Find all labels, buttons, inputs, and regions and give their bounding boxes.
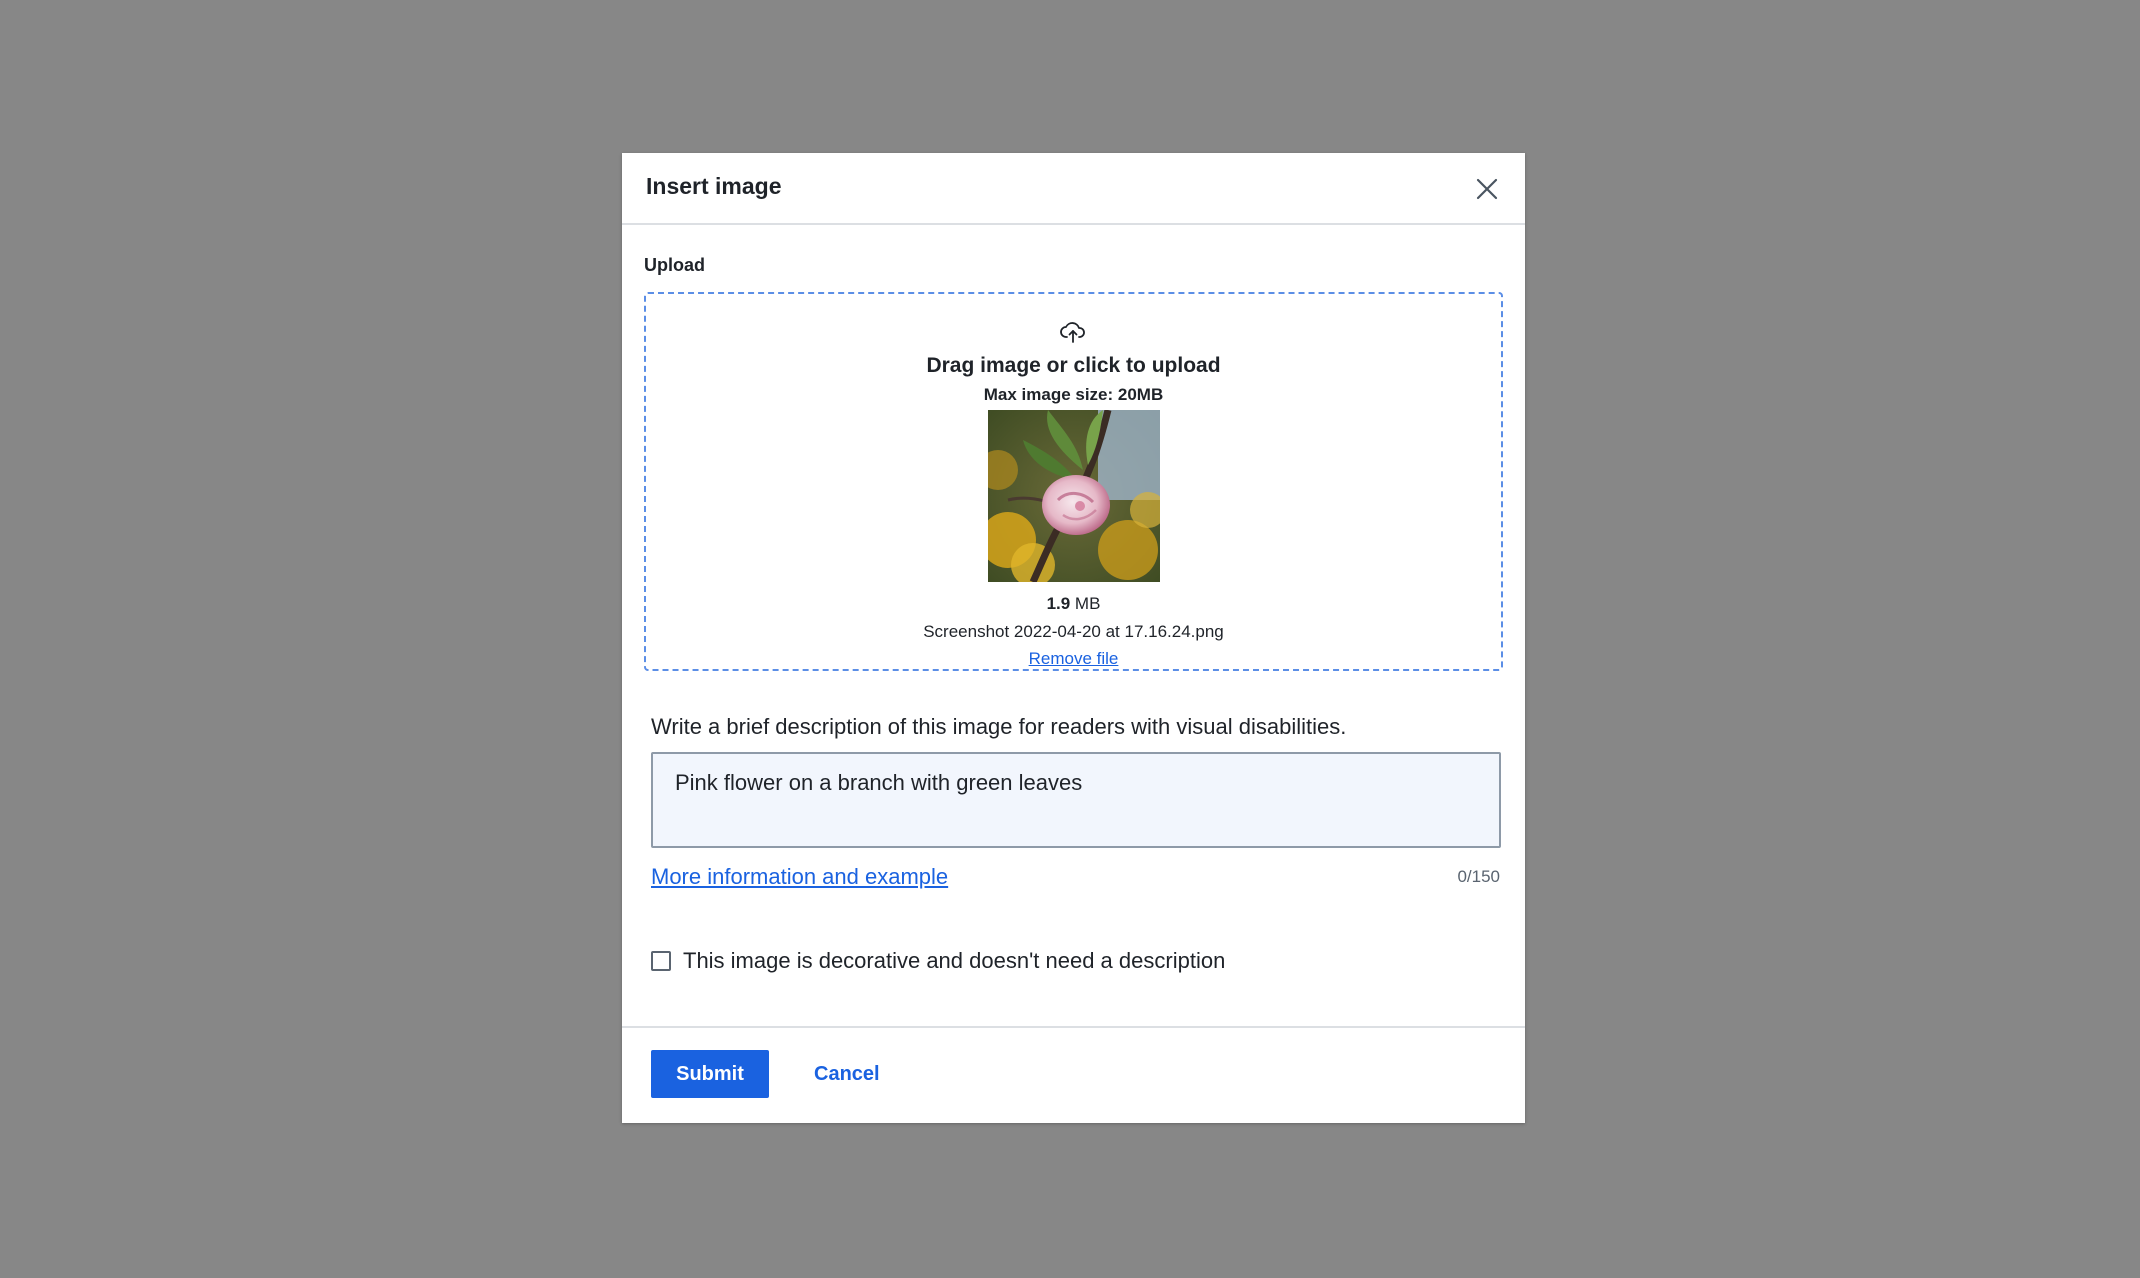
dialog-title: Insert image — [646, 173, 782, 199]
description-label: Write a brief description of this image … — [651, 714, 1347, 739]
decorative-checkbox-row[interactable]: This image is decorative and doesn't nee… — [651, 948, 1225, 974]
remove-file-link[interactable]: Remove file — [646, 649, 1501, 669]
insert-image-dialog: Insert image Upload Drag image or click … — [622, 153, 1525, 1123]
decorative-checkbox[interactable] — [651, 951, 671, 971]
image-thumbnail — [988, 410, 1160, 582]
drag-upload-text: Drag image or click to upload — [926, 354, 1221, 377]
file-size-value: 1.9 — [1046, 594, 1071, 613]
file-size: 1.9 MB — [646, 594, 1501, 614]
upload-label: Upload — [644, 255, 705, 275]
submit-button[interactable]: Submit — [651, 1050, 769, 1098]
close-icon — [1476, 178, 1498, 200]
more-info-link[interactable]: More information and example — [651, 864, 948, 890]
decorative-checkbox-label[interactable]: This image is decorative and doesn't nee… — [683, 948, 1225, 974]
description-textarea[interactable]: Pink flower on a branch with green leave… — [651, 752, 1501, 848]
upload-dropzone[interactable]: Drag image or click to upload Max image … — [644, 292, 1503, 671]
close-button[interactable] — [1469, 171, 1505, 207]
dialog-header: Insert image — [622, 153, 1525, 225]
dialog-footer: Submit Cancel — [622, 1026, 1525, 1125]
cloud-upload-icon — [1060, 322, 1085, 343]
char-count: 0/150 — [1457, 867, 1500, 886]
max-size-text: Max image size: 20MB — [983, 385, 1164, 404]
file-name: Screenshot 2022-04-20 at 17.16.24.png — [923, 622, 1224, 641]
file-size-unit: MB — [1070, 594, 1101, 613]
cancel-button[interactable]: Cancel — [802, 1050, 892, 1098]
